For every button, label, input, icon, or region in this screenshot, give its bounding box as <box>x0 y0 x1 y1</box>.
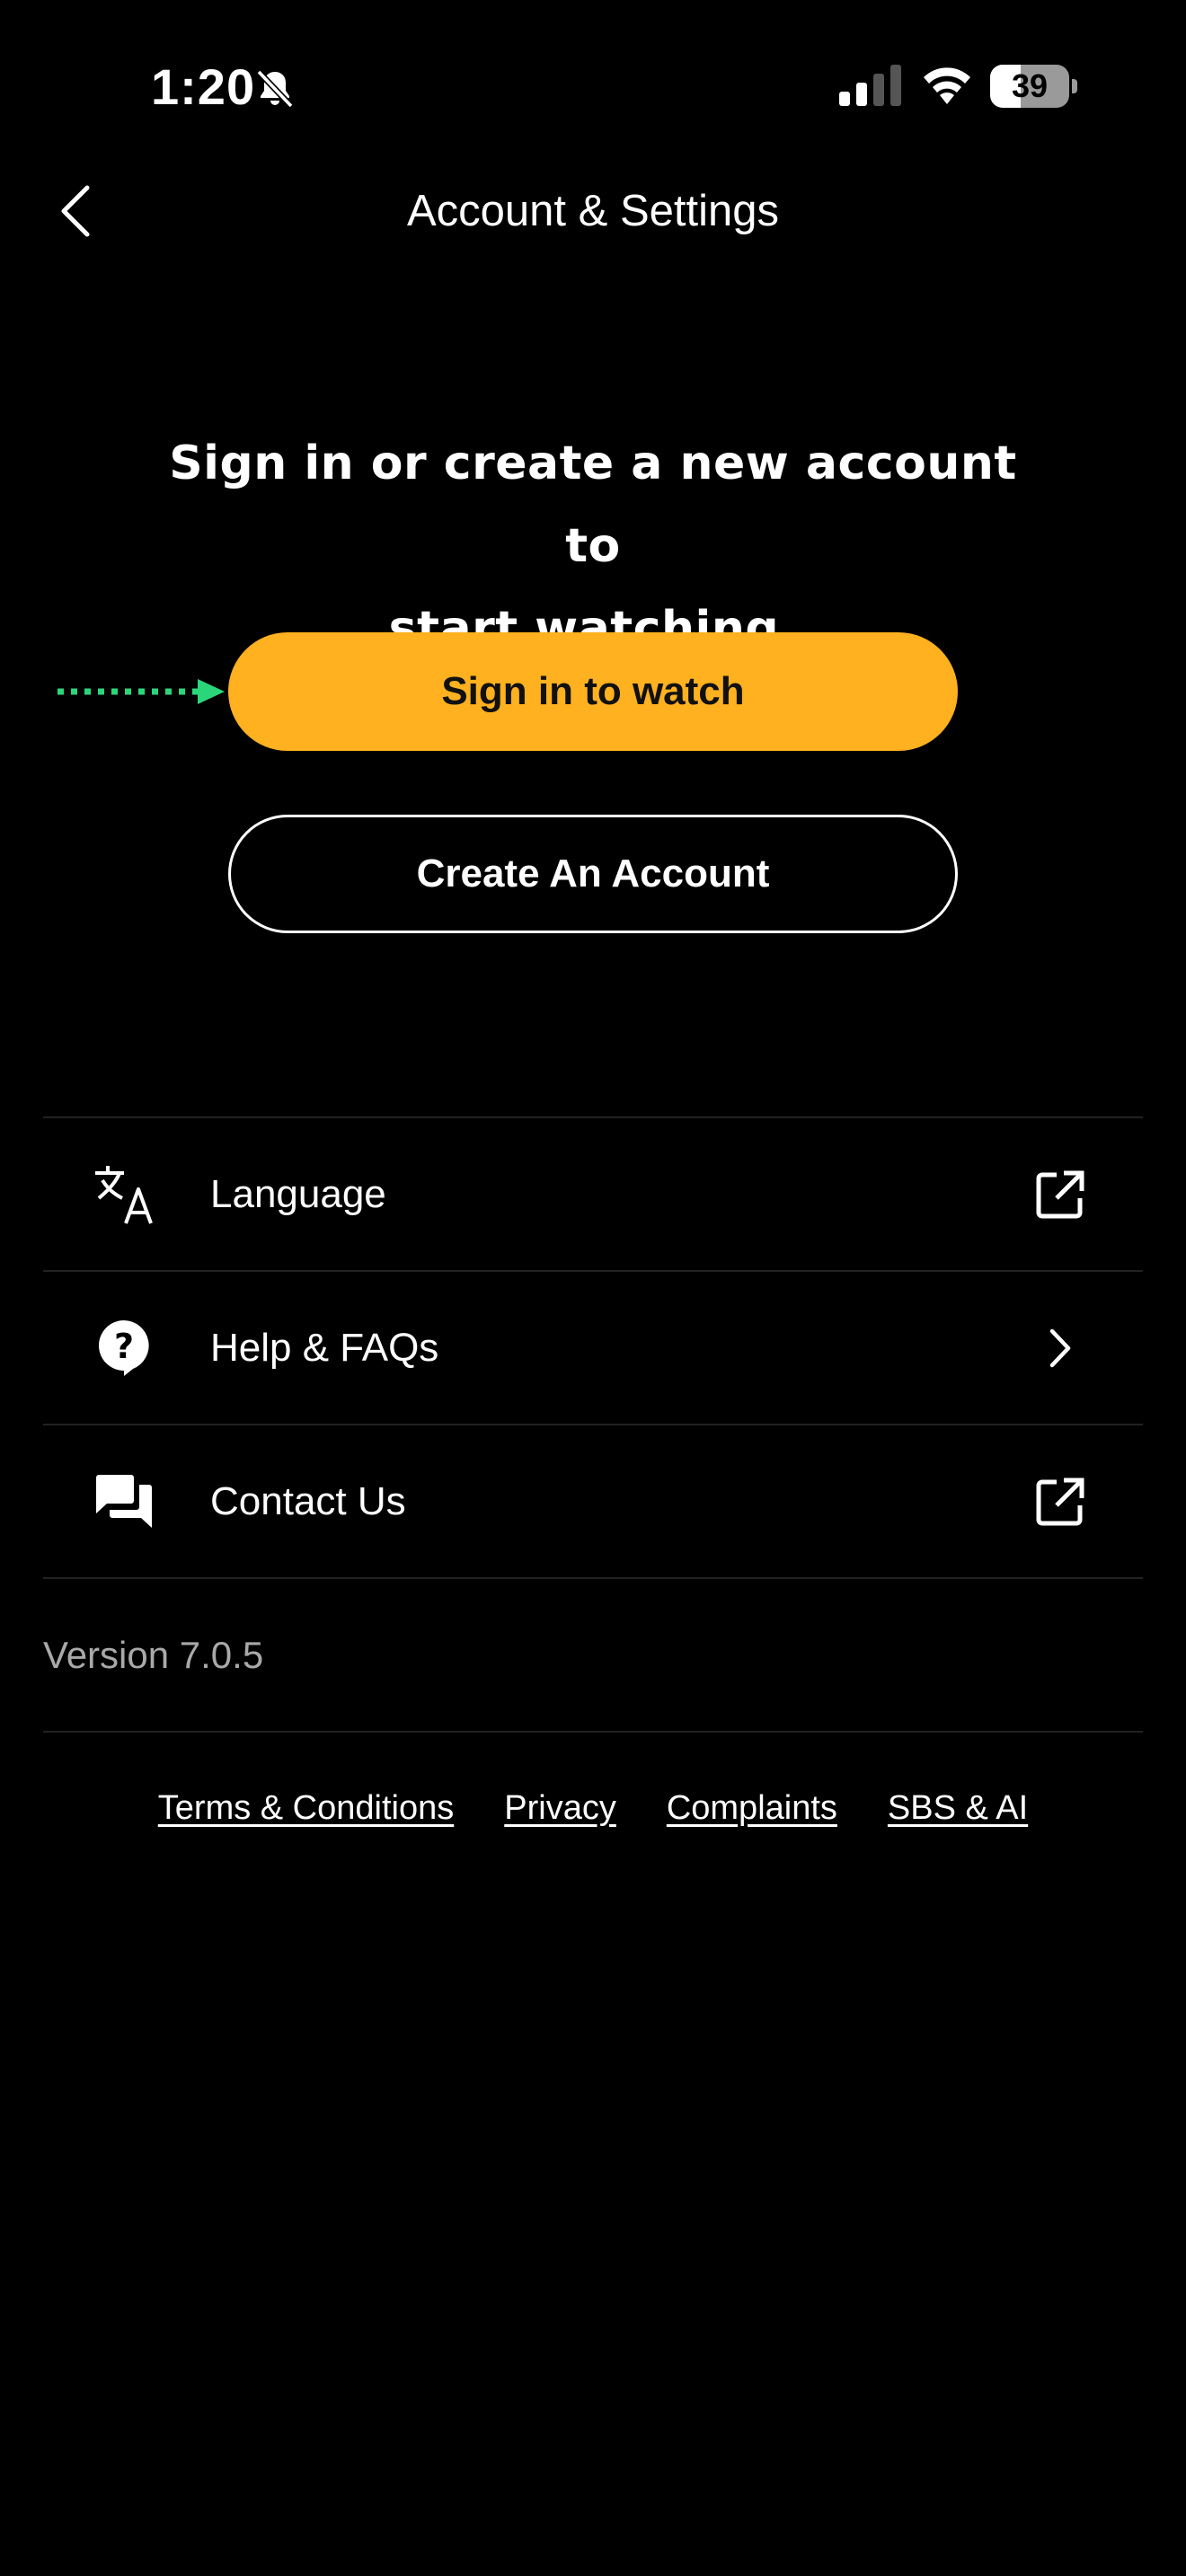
menu-item-help[interactable]: ? Help & FAQs <box>43 1272 1143 1424</box>
sbs-ai-link[interactable]: SBS & AI <box>888 1789 1028 1828</box>
cellular-signal-icon <box>839 65 902 106</box>
nav-header: Account & Settings <box>0 162 1186 260</box>
menu-item-label: Contact Us <box>210 1478 406 1523</box>
external-link-icon <box>1033 1475 1087 1529</box>
version-text: Version 7.0.5 <box>43 1633 264 1676</box>
chevron-left-icon <box>61 185 90 237</box>
bell-slash-icon <box>253 66 296 110</box>
signin-prompt-line1: Sign in or create a new account to <box>169 437 1017 573</box>
back-button[interactable] <box>45 180 108 243</box>
svg-text:?: ? <box>114 1327 134 1366</box>
battery-icon: 39 <box>990 65 1077 108</box>
status-bar: 1:20 39 <box>0 0 1186 171</box>
menu-item-contact[interactable]: Contact Us <box>43 1425 1143 1577</box>
terms-link[interactable]: Terms & Conditions <box>158 1789 454 1828</box>
status-time: 1:20 <box>151 58 256 115</box>
wifi-icon <box>920 63 974 106</box>
menu-item-label: Help & FAQs <box>210 1325 439 1370</box>
menu-item-label: Language <box>210 1171 386 1216</box>
menu-item-language[interactable]: Language <box>43 1118 1143 1270</box>
create-account-button[interactable]: Create An Account <box>228 815 958 933</box>
translate-icon <box>92 1162 156 1227</box>
sign-in-button[interactable]: Sign in to watch <box>228 632 958 751</box>
version-row: Version 7.0.5 <box>43 1579 1143 1731</box>
help-bubble-icon: ? <box>92 1316 156 1381</box>
settings-menu: Language ? Help & FAQs Contact Us Versio… <box>43 1116 1143 1733</box>
page-title: Account & Settings <box>406 187 779 235</box>
complaints-link[interactable]: Complaints <box>667 1789 837 1828</box>
chat-bubbles-icon <box>92 1469 156 1534</box>
battery-percent: 39 <box>1011 67 1049 104</box>
external-link-icon <box>1033 1168 1087 1222</box>
dotted-arrow-right-icon <box>58 679 225 704</box>
chevron-right-icon <box>1033 1321 1087 1375</box>
privacy-link[interactable]: Privacy <box>504 1789 616 1828</box>
divider <box>43 1731 1143 1733</box>
footer-links: Terms & Conditions Privacy Complaints SB… <box>0 1789 1186 1828</box>
